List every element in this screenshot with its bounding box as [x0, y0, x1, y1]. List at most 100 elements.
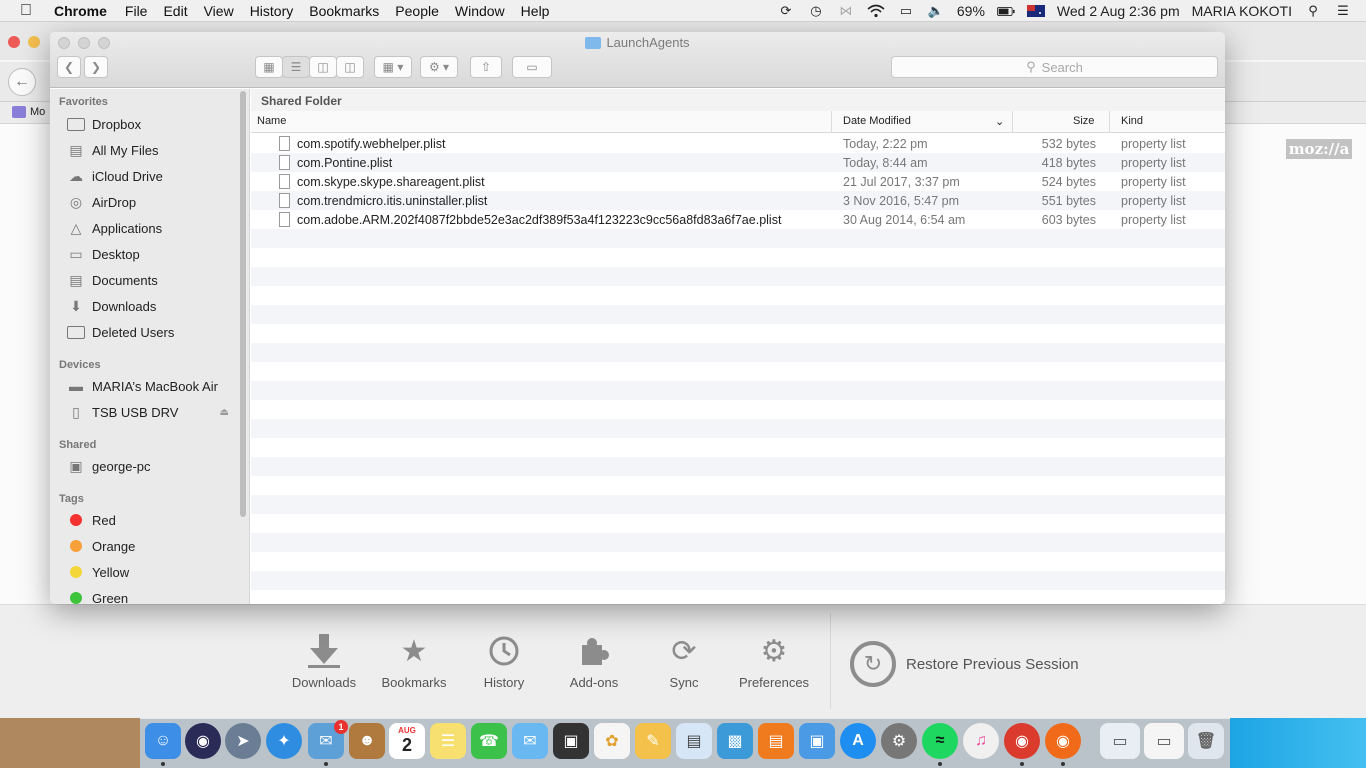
menu-people[interactable]: People [395, 3, 439, 19]
arrange-button[interactable]: ▦ ▾ [374, 56, 412, 78]
minimized-window-icon[interactable]: ▭ [1100, 723, 1140, 759]
launcher-sync[interactable]: ⟳ Sync [639, 633, 729, 691]
trash-icon[interactable]: 🗑 [1188, 723, 1224, 759]
firefox-minimize-button[interactable] [28, 36, 40, 48]
search-field[interactable]: ⚲ Search [891, 56, 1218, 78]
bookmark-item[interactable]: Mo [12, 106, 45, 118]
launcher-addons[interactable]: Add-ons [549, 633, 639, 690]
wifi-icon[interactable] [867, 3, 885, 19]
sidebar-tag-orange[interactable]: Orange [66, 535, 135, 557]
firefox-icon[interactable]: ◉ [1045, 723, 1081, 759]
launcher-downloads[interactable]: Downloads [279, 633, 369, 690]
launcher-bookmarks[interactable]: ★ Bookmarks [369, 633, 459, 691]
menu-window[interactable]: Window [455, 3, 505, 19]
sidebar-item-airdrop[interactable]: ◎ AirDrop [66, 191, 136, 213]
menu-help[interactable]: Help [521, 3, 550, 19]
notification-center-icon[interactable]: ☰ [1334, 3, 1352, 19]
photo-booth-icon[interactable]: ▣ [553, 723, 589, 759]
bluetooth-icon[interactable]: ⋈ [837, 3, 855, 19]
action-button[interactable]: ⚙ ▾ [420, 56, 458, 78]
sidebar-scrollbar[interactable] [240, 91, 246, 517]
sidebar-item-documents[interactable]: ▤ Documents [66, 269, 157, 291]
sidebar-item-dropbox[interactable]: Dropbox [66, 113, 141, 135]
sidebar-item-macbook[interactable]: ▬ MARIA’s MacBook Air [66, 375, 218, 397]
sidebar-item-usb-drive[interactable]: ▯ TSB USB DRV [66, 401, 236, 423]
launchpad-icon[interactable]: ➤ [225, 723, 261, 759]
menu-file[interactable]: File [125, 3, 148, 19]
column-divider[interactable] [1012, 111, 1013, 133]
ibooks-icon[interactable]: ▤ [758, 723, 794, 759]
system-preferences-icon[interactable]: ⚙ [881, 723, 917, 759]
sidebar-item-downloads[interactable]: ⬇ Downloads [66, 295, 156, 317]
numbers-icon[interactable]: ▩ [717, 723, 753, 759]
keynote-icon[interactable]: ▣ [799, 723, 835, 759]
restore-session-button[interactable]: ↻ Restore Previous Session [850, 641, 1079, 687]
battery-icon[interactable] [996, 3, 1015, 19]
sidebar-item-george-pc[interactable]: ▣ george-pc [66, 455, 150, 477]
share-button[interactable]: ⇧ [470, 56, 502, 78]
file-row[interactable]: com.Pontine.plist Today, 8:44 am 418 byt… [251, 153, 1225, 172]
icon-view-button[interactable]: ▦ [255, 56, 283, 78]
itunes-icon[interactable]: ♫ [963, 723, 999, 759]
notes-icon[interactable]: ☰ [430, 723, 466, 759]
menu-bookmarks[interactable]: Bookmarks [309, 3, 379, 19]
column-date-modified[interactable]: Date Modified [843, 115, 911, 127]
back-arrow-icon[interactable]: ← [8, 68, 36, 96]
messages-icon[interactable]: ✉ [512, 723, 548, 759]
input-source-flag-icon[interactable] [1026, 3, 1045, 19]
sync-status-icon[interactable]: ⟳ [777, 3, 795, 19]
sidebar-item-deleted-users[interactable]: Deleted Users [66, 321, 174, 343]
sidebar-tag-red[interactable]: Red [66, 509, 116, 531]
volume-icon[interactable]: 🔈 [927, 3, 945, 19]
siri-icon[interactable]: ◉ [185, 723, 221, 759]
menu-edit[interactable]: Edit [163, 3, 187, 19]
safari-icon[interactable]: ✦ [266, 723, 302, 759]
sidebar-item-all-my-files[interactable]: ▤ All My Files [66, 139, 158, 161]
file-row[interactable]: com.trendmicro.itis.uninstaller.plist 3 … [251, 191, 1225, 210]
eject-icon[interactable]: ⏏ [220, 407, 229, 418]
forward-button[interactable]: ❯ [84, 56, 108, 78]
calendar-icon[interactable]: AUG 2 [389, 723, 425, 759]
sidebar-item-applications[interactable]: △ Applications [66, 217, 163, 239]
mail-icon[interactable]: ✉ 1 [308, 720, 348, 759]
file-row[interactable]: com.spotify.webhelper.plist Today, 2:22 … [251, 134, 1225, 153]
battery-percent[interactable]: 69% [957, 3, 985, 19]
chrome-icon[interactable]: ◉ [1004, 723, 1040, 759]
clock[interactable]: Wed 2 Aug 2:36 pm [1057, 3, 1180, 19]
menu-view[interactable]: View [204, 3, 234, 19]
back-button[interactable]: ❮ [57, 56, 81, 78]
sidebar-item-icloud-drive[interactable]: ☁ iCloud Drive [66, 165, 163, 187]
airplay-icon[interactable]: ▭ [897, 3, 915, 19]
launcher-history[interactable]: History [459, 633, 549, 690]
apple-menu-icon[interactable]:  [20, 2, 38, 20]
finder-icon[interactable]: ☺ [145, 723, 181, 759]
app-store-icon[interactable]: A [840, 723, 876, 759]
list-view-button[interactable]: ☰ [282, 56, 310, 78]
menu-history[interactable]: History [250, 3, 294, 19]
pages-icon[interactable]: ✎ [635, 723, 671, 759]
firefox-close-button[interactable] [8, 36, 20, 48]
column-divider[interactable] [1109, 111, 1110, 133]
spotify-icon[interactable]: ≈ [922, 723, 958, 759]
spotlight-search-icon[interactable]: ⚲ [1304, 3, 1322, 19]
launcher-preferences[interactable]: ⚙ Preferences [729, 633, 819, 691]
column-view-button[interactable]: ◫ [309, 56, 337, 78]
tags-button[interactable]: ▭ [512, 56, 552, 78]
column-name[interactable]: Name [257, 115, 286, 127]
sidebar-tag-yellow[interactable]: Yellow [66, 561, 129, 583]
facetime-icon[interactable]: ☎ [471, 723, 507, 759]
column-size[interactable]: Size [1073, 115, 1094, 127]
sidebar-tag-green[interactable]: Green [66, 587, 128, 604]
minimized-chrome-window-icon[interactable]: ▭ [1144, 723, 1184, 759]
user-name[interactable]: MARIA KOKOTI [1192, 3, 1292, 19]
column-kind[interactable]: Kind [1121, 115, 1143, 127]
file-row[interactable]: com.skype.skype.shareagent.plist 21 Jul … [251, 172, 1225, 191]
cover-flow-button[interactable]: ◫ [336, 56, 364, 78]
preview-icon[interactable]: ▤ [676, 723, 712, 759]
menu-app-name[interactable]: Chrome [54, 3, 107, 19]
sort-chevron-down-icon[interactable]: ⌄ [995, 115, 1004, 128]
photos-icon[interactable]: ✿ [594, 723, 630, 759]
file-row[interactable]: com.adobe.ARM.202f4087f2bbde52e3ac2df389… [251, 210, 1225, 229]
column-divider[interactable] [831, 111, 832, 133]
time-machine-icon[interactable]: ◷ [807, 3, 825, 19]
